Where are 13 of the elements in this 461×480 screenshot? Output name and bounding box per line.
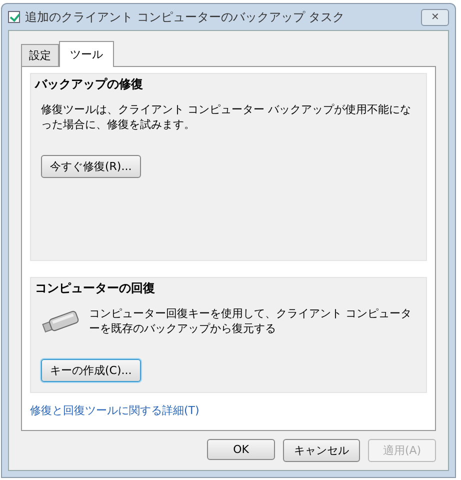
close-button[interactable]: ✕ [421, 8, 449, 26]
action-button[interactable]: 今すぐ修復(R)... [41, 154, 141, 178]
action-button[interactable]: キーの作成(C)... [41, 359, 141, 382]
dialog-button[interactable]: キャンセル [283, 439, 360, 462]
tab[interactable]: ツール [59, 41, 114, 67]
window-title: 追加のクライアント コンピューターのバックアップ タスク [25, 8, 346, 26]
section-heading: コンピューターの回復 [35, 280, 156, 297]
description-text: 修復ツールは、クライアント コンピューター バックアップが使用不能になった場合に、修復を試みます。 [41, 103, 412, 133]
tab[interactable]: 設定 [21, 44, 59, 66]
section-heading: バックアップの修復 [35, 76, 144, 93]
details-link[interactable]: 修復と回復ツールに関する詳細(T) [30, 399, 427, 422]
dialog-button[interactable]: OK [207, 439, 275, 460]
description-text: コンピューター回復キーを使用して、クライアント コンピューターを既存のバックアップから復元する [89, 307, 412, 337]
